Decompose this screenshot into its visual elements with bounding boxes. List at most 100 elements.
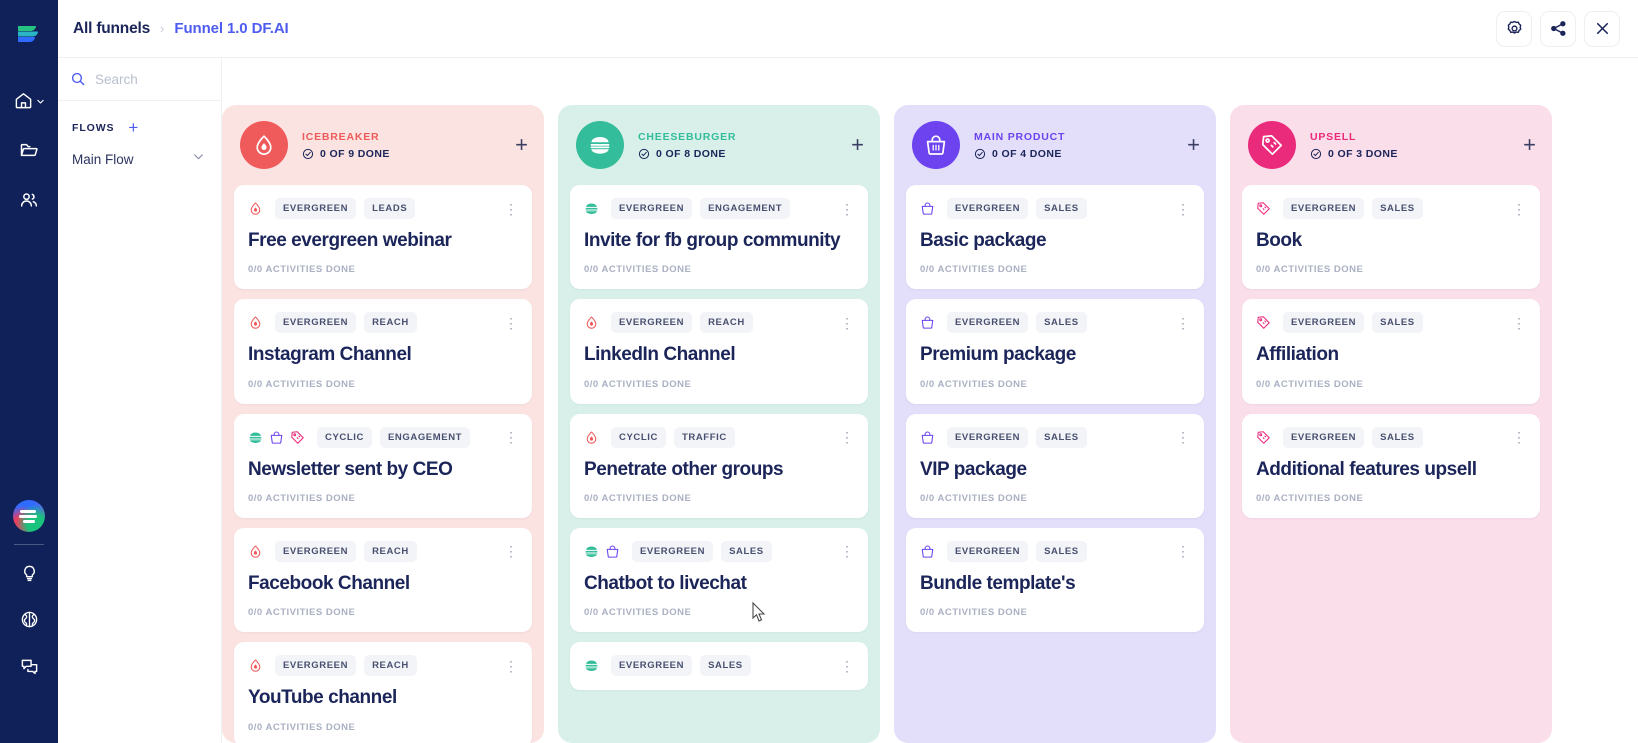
card-tag[interactable]: EVERGREEN: [611, 655, 693, 677]
chat-icon: [21, 659, 37, 674]
card-tag[interactable]: EVERGREEN: [1283, 312, 1365, 334]
column-title: ICEBREAKER: [302, 130, 380, 143]
board-card[interactable]: CYCLIC TRAFFIC ⋮ Penetrate other groups 0…: [570, 413, 868, 518]
board-card[interactable]: EVERGREEN SALES ⋮ Premium package 0/0 ACT…: [906, 299, 1204, 404]
sidebar-item-ideas[interactable]: [9, 559, 49, 587]
board-card[interactable]: EVERGREEN SALES ⋮ Additional features ups…: [1242, 413, 1540, 518]
card-tag[interactable]: EVERGREEN: [275, 198, 357, 219]
card-menu-button[interactable]: ⋮: [1176, 316, 1190, 330]
card-menu-button[interactable]: ⋮: [504, 316, 518, 330]
board-card[interactable]: EVERGREEN SALES ⋮ Basic package 0/0 ACTIV…: [906, 185, 1204, 290]
column-header: CHEESEBURGER 0 OF 8 DONE +: [558, 105, 880, 185]
card-tag[interactable]: SALES: [700, 655, 751, 677]
avatar[interactable]: [13, 500, 45, 532]
sidebar-item-projects[interactable]: [9, 136, 49, 164]
card-tag[interactable]: REACH: [364, 540, 417, 562]
card-tag[interactable]: EVERGREEN: [947, 198, 1029, 219]
board-card[interactable]: CYCLIC ENGAGEMENT ⋮ Newsletter sent by CE…: [234, 413, 532, 518]
card-tag[interactable]: CYCLIC: [611, 426, 666, 448]
settings-button[interactable]: [1496, 10, 1532, 47]
card-tag[interactable]: EVERGREEN: [947, 540, 1029, 562]
board-card[interactable]: EVERGREEN LEADS ⋮ Free evergreen webinar …: [234, 185, 532, 290]
card-menu-button[interactable]: ⋮: [504, 430, 518, 444]
board-card[interactable]: EVERGREEN SALES ⋮ Affiliation 0/0 ACTIVIT…: [1242, 299, 1540, 404]
card-activities-count: 0/0 ACTIVITIES DONE: [248, 607, 356, 619]
card-tag[interactable]: ENGAGEMENT: [700, 198, 791, 219]
card-icons: [1256, 430, 1271, 445]
card-header: EVERGREEN ENGAGEMENT ⋮: [584, 198, 854, 219]
card-tag[interactable]: EVERGREEN: [275, 655, 357, 677]
close-button[interactable]: [1584, 10, 1620, 47]
card-menu-button[interactable]: ⋮: [840, 659, 854, 673]
card-tag[interactable]: SALES: [1036, 540, 1087, 562]
share-button[interactable]: [1540, 10, 1576, 47]
brain-icon: [21, 611, 37, 627]
card-menu-button[interactable]: ⋮: [504, 659, 518, 673]
board-card[interactable]: EVERGREEN REACH ⋮ Instagram Channel 0/0 A…: [234, 299, 532, 404]
card-tag[interactable]: EVERGREEN: [275, 312, 357, 334]
sidebar-item-knowledge[interactable]: [9, 605, 49, 633]
add-card-button[interactable]: +: [1187, 134, 1200, 156]
card-tag[interactable]: TRAFFIC: [673, 426, 735, 448]
card-menu-button[interactable]: ⋮: [1176, 430, 1190, 444]
card-tag[interactable]: SALES: [1372, 312, 1423, 334]
card-tag[interactable]: SALES: [1036, 198, 1087, 219]
card-tag[interactable]: EVERGREEN: [611, 198, 693, 219]
sidebar-item-team[interactable]: [9, 186, 49, 214]
card-menu-button[interactable]: ⋮: [504, 202, 518, 216]
card-tag[interactable]: EVERGREEN: [947, 312, 1029, 334]
card-tag[interactable]: REACH: [700, 312, 753, 334]
card-tag[interactable]: SALES: [721, 540, 772, 562]
card-tag[interactable]: EVERGREEN: [1283, 198, 1365, 219]
card-tag[interactable]: REACH: [364, 655, 417, 677]
flow-list-item-main-flow[interactable]: Main Flow: [58, 136, 221, 168]
breadcrumb-current-funnel[interactable]: Funnel 1.0 DF.AI: [174, 20, 288, 37]
card-menu-button[interactable]: ⋮: [1176, 544, 1190, 558]
card-tag[interactable]: SALES: [1036, 312, 1087, 334]
board-card[interactable]: EVERGREEN ENGAGEMENT ⋮ Invite for fb grou…: [570, 185, 868, 290]
card-menu-button[interactable]: ⋮: [504, 544, 518, 558]
search-input[interactable]: [95, 71, 200, 87]
sidebar-item-chat[interactable]: [9, 651, 49, 679]
board-card[interactable]: EVERGREEN SALES ⋮: [570, 642, 868, 691]
board-card[interactable]: EVERGREEN SALES ⋮ Bundle template's 0/0 A…: [906, 527, 1204, 633]
card-tag[interactable]: REACH: [364, 312, 417, 334]
card-tag[interactable]: EVERGREEN: [947, 426, 1029, 448]
card-tag[interactable]: SALES: [1036, 426, 1087, 448]
card-menu-button[interactable]: ⋮: [840, 316, 854, 330]
app-logo[interactable]: [11, 16, 47, 52]
card-tag[interactable]: EVERGREEN: [611, 312, 693, 334]
card-menu-button[interactable]: ⋮: [1512, 202, 1526, 216]
card-menu-button[interactable]: ⋮: [840, 544, 854, 558]
add-card-button[interactable]: +: [851, 134, 864, 156]
add-card-button[interactable]: +: [1523, 134, 1536, 156]
card-menu-button[interactable]: ⋮: [840, 202, 854, 216]
card-menu-button[interactable]: ⋮: [1512, 430, 1526, 444]
basket-icon: [921, 431, 934, 444]
board-card[interactable]: EVERGREEN REACH ⋮ LinkedIn Channel 0/0 AC…: [570, 299, 868, 404]
card-tag[interactable]: EVERGREEN: [275, 540, 357, 562]
board-card[interactable]: EVERGREEN SALES ⋮ Chatbot to livechat 0/0…: [570, 527, 868, 633]
card-tag[interactable]: EVERGREEN: [632, 540, 714, 562]
board-card[interactable]: EVERGREEN REACH ⋮ YouTube channel 0/0 ACT…: [234, 642, 532, 743]
card-menu-button[interactable]: ⋮: [840, 430, 854, 444]
board-card[interactable]: EVERGREEN SALES ⋮ VIP package 0/0 ACTIVIT…: [906, 413, 1204, 518]
chevron-down-icon[interactable]: [192, 150, 205, 168]
sidebar-item-home[interactable]: [9, 86, 49, 114]
card-menu-button[interactable]: ⋮: [1176, 202, 1190, 216]
card-tag[interactable]: CYCLIC: [317, 426, 372, 448]
card-tag[interactable]: SALES: [1372, 198, 1423, 219]
card-tag[interactable]: EVERGREEN: [1283, 426, 1365, 448]
card-tags: EVERGREEN SALES: [1283, 426, 1423, 448]
board-card[interactable]: EVERGREEN REACH ⋮ Facebook Channel 0/0 AC…: [234, 527, 532, 633]
top-header: All funnels › Funnel 1.0 DF.AI: [58, 0, 1638, 58]
board-card[interactable]: EVERGREEN SALES ⋮ Book 0/0 ACTIVITIES DON…: [1242, 185, 1540, 290]
breadcrumb-all-funnels[interactable]: All funnels: [73, 20, 150, 38]
card-tag[interactable]: SALES: [1372, 426, 1423, 448]
card-tag[interactable]: LEADS: [364, 198, 416, 219]
card-tag[interactable]: ENGAGEMENT: [379, 426, 471, 448]
add-card-button[interactable]: +: [515, 134, 528, 156]
add-flow-button[interactable]: +: [128, 119, 138, 136]
card-menu-button[interactable]: ⋮: [1512, 316, 1526, 330]
card-activities-count: 0/0 ACTIVITIES DONE: [584, 378, 692, 390]
